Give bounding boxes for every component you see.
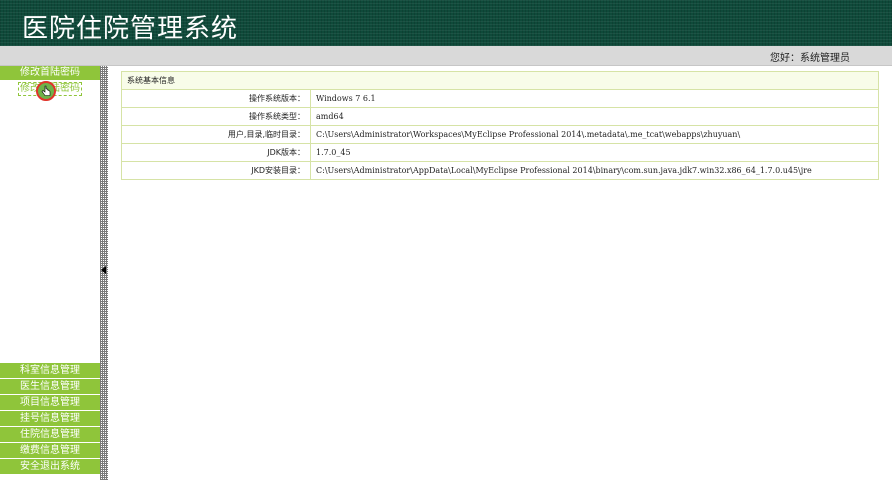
collapse-left-arrow-icon[interactable] bbox=[101, 266, 106, 274]
table-caption-row: 系统基本信息 bbox=[121, 71, 879, 90]
user-greeting: 您好：系统管理员 bbox=[770, 53, 850, 64]
left-sidebar: 修改首陆密码 修改首陆密码 科室信息管理 医生信息管理 项目信息管理 挂号信息管… bbox=[0, 66, 100, 480]
system-info-table: 系统基本信息 操作系统版本： Windows 7 6.1 操作系统类型： amd… bbox=[121, 71, 879, 180]
menu-item-registration[interactable]: 挂号信息管理 bbox=[0, 411, 100, 426]
table-row: 操作系统版本： Windows 7 6.1 bbox=[121, 89, 879, 108]
row-label: 操作系统类型： bbox=[121, 107, 311, 126]
app-title: 医院住院管理系统 bbox=[22, 14, 239, 44]
table-row: JDK版本： 1.7.0_45 bbox=[121, 143, 879, 162]
row-label: JKD安装目录： bbox=[121, 161, 311, 180]
menu-item-change-password[interactable]: 修改首陆密码 bbox=[0, 66, 100, 80]
row-value: 1.7.0_45 bbox=[310, 143, 879, 162]
row-value: Windows 7 6.1 bbox=[310, 89, 879, 108]
menu-item-logout[interactable]: 安全退出系统 bbox=[0, 459, 100, 474]
table-row: 用户,目录,临时目录： C:\Users\Administrator\Works… bbox=[121, 125, 879, 144]
main-content: 系统基本信息 操作系统版本： Windows 7 6.1 操作系统类型： amd… bbox=[108, 66, 892, 480]
table-caption: 系统基本信息 bbox=[121, 71, 879, 90]
table-row: 操作系统类型： amd64 bbox=[121, 107, 879, 126]
menu-item-department[interactable]: 科室信息管理 bbox=[0, 363, 100, 378]
menu-item-doctor[interactable]: 医生信息管理 bbox=[0, 379, 100, 394]
table-row: JKD安装目录： C:\Users\Administrator\AppData\… bbox=[121, 161, 879, 180]
row-value: C:\Users\Administrator\Workspaces\MyEcli… bbox=[310, 125, 879, 144]
row-value: C:\Users\Administrator\AppData\Local\MyE… bbox=[310, 161, 879, 180]
user-bar: 您好：系统管理员 bbox=[0, 46, 892, 66]
hand-pointer-icon bbox=[36, 81, 56, 101]
sidebar-splitter[interactable] bbox=[100, 66, 108, 480]
bottom-menu: 科室信息管理 医生信息管理 项目信息管理 挂号信息管理 住院信息管理 缴费信息管… bbox=[0, 363, 100, 475]
row-label: 操作系统版本： bbox=[121, 89, 311, 108]
row-value: amd64 bbox=[310, 107, 879, 126]
header-banner: 医院住院管理系统 bbox=[0, 0, 892, 46]
menu-item-inpatient[interactable]: 住院信息管理 bbox=[0, 427, 100, 442]
menu-item-project[interactable]: 项目信息管理 bbox=[0, 395, 100, 410]
row-label: JDK版本： bbox=[121, 143, 311, 162]
menu-item-payment[interactable]: 缴费信息管理 bbox=[0, 443, 100, 458]
row-label: 用户,目录,临时目录： bbox=[121, 125, 311, 144]
